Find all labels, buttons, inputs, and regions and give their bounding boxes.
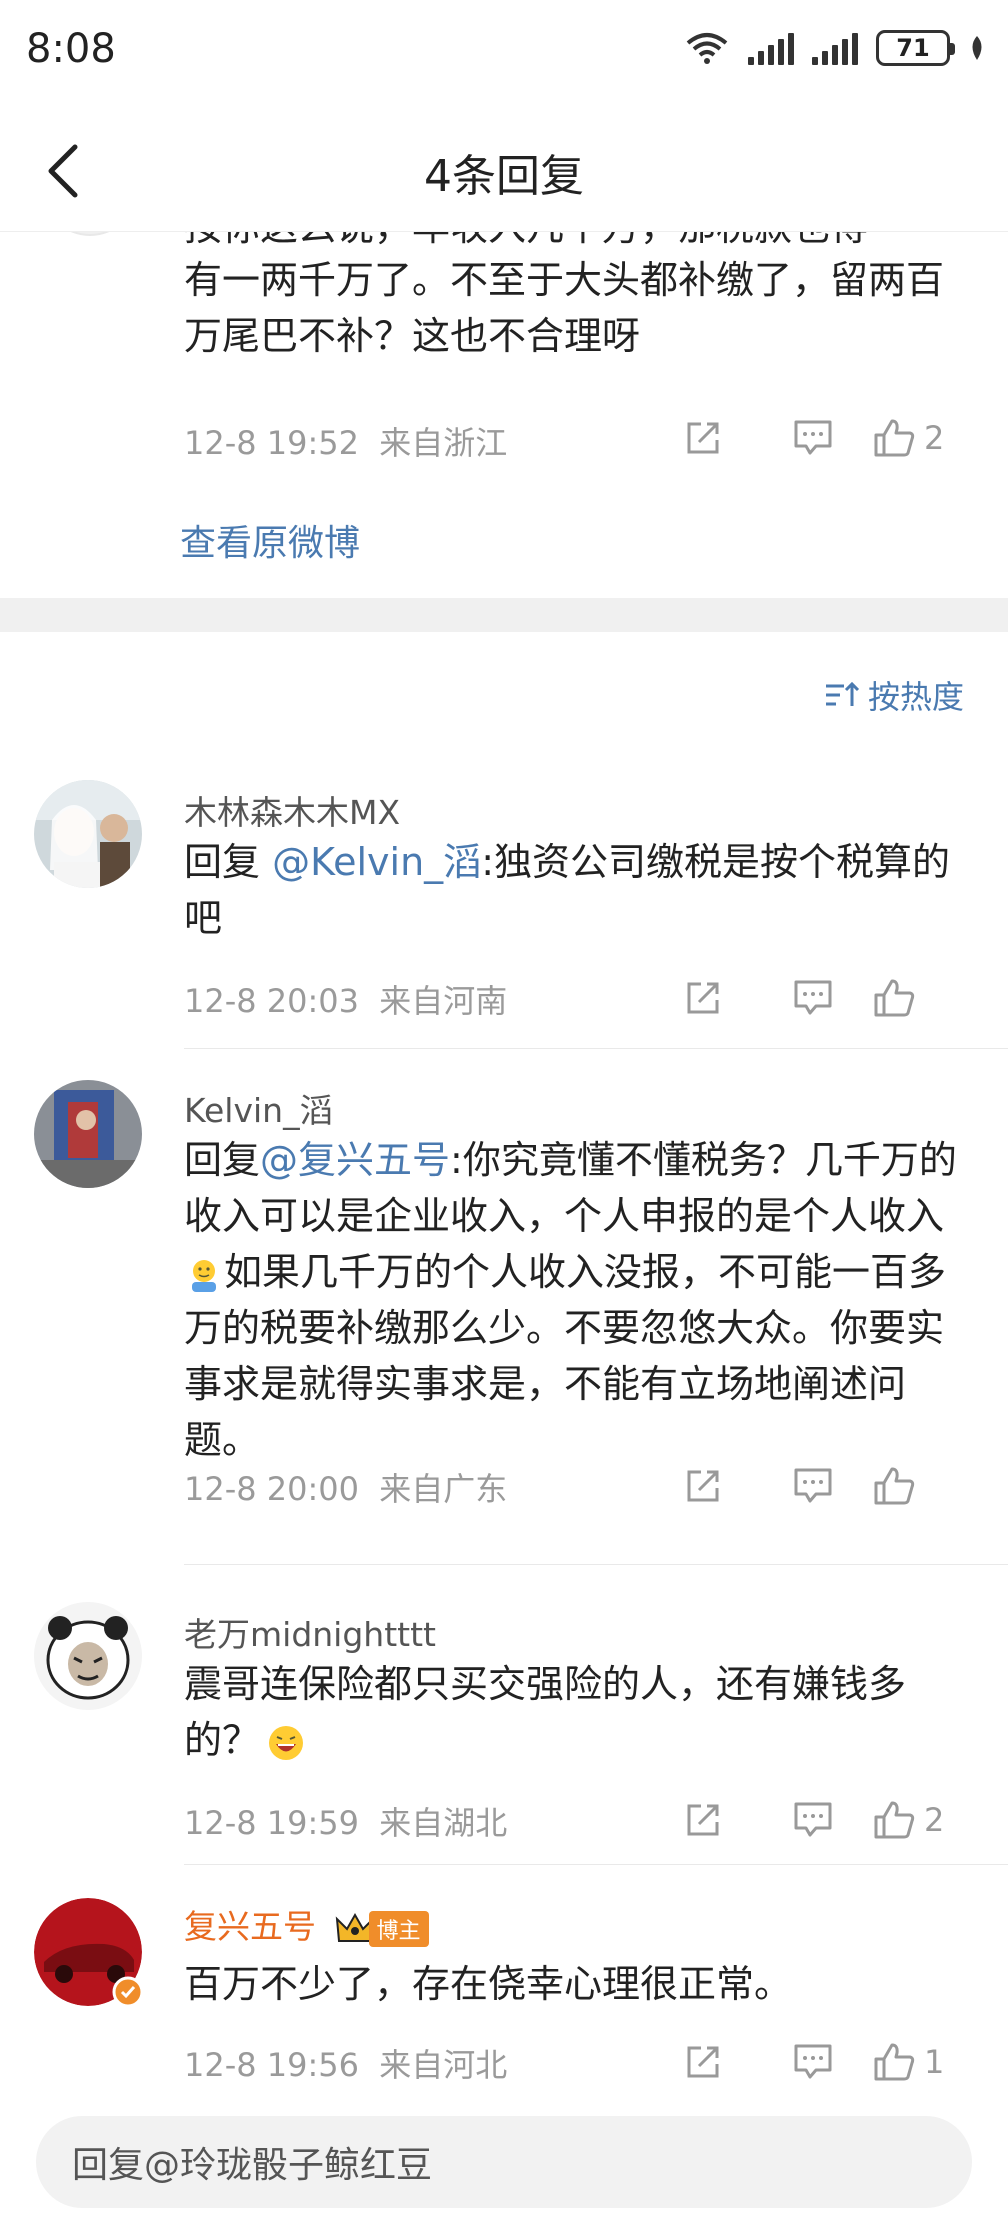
- reply-actions: [648, 968, 978, 1028]
- avatar[interactable]: [34, 1602, 142, 1710]
- page-title: 4条回复: [424, 151, 584, 202]
- location: 来自湖北: [379, 1804, 508, 1842]
- location: 来自广东: [379, 1470, 508, 1508]
- shrug-emoji-icon: [192, 1259, 216, 1292]
- username[interactable]: 木林森木木MX: [184, 786, 400, 834]
- reply-input-placeholder: 回复@玲珑骰子鲸红豆: [72, 2145, 433, 2186]
- username[interactable]: 复兴五号 博主: [184, 1900, 429, 1948]
- divider: [184, 1564, 1008, 1565]
- reply-actions: 1: [648, 2032, 978, 2092]
- sort-label: 按热度: [867, 678, 964, 716]
- reply-meta: 12-8 20:03 来自河南: [184, 976, 507, 1022]
- share-button[interactable]: [648, 408, 758, 468]
- sort-button[interactable]: 按热度: [824, 672, 964, 718]
- section-divider: [0, 598, 1008, 632]
- verified-badge-icon: [112, 1976, 144, 2008]
- like-button[interactable]: 2: [868, 1799, 978, 1841]
- thumbs-up-icon: [874, 419, 915, 457]
- divider: [184, 1864, 1008, 1865]
- reply-text: 回复@复兴五号:你究竟懂不懂税务？几千万的收入可以是企业收入，个人申报的是个人收…: [184, 1138, 957, 1462]
- original-comment: 按你这么说，年收入几千万，那税款也得 有一两千万了。不至于大头都补缴了，留两百万…: [0, 232, 1008, 598]
- timestamp: 12-8 19:56: [184, 2046, 360, 2084]
- wifi-icon: [686, 33, 728, 64]
- mention-link[interactable]: @复兴五号: [260, 1138, 450, 1182]
- view-original-link[interactable]: 查看原微博: [180, 514, 360, 566]
- comment-icon: [794, 420, 832, 455]
- like-count: 2: [924, 419, 945, 457]
- sort-icon: [825, 681, 860, 706]
- share-icon: [687, 982, 719, 1014]
- battery-indicator: 71: [876, 30, 955, 66]
- location: 来自河南: [379, 982, 508, 1020]
- header: 4条回复: [0, 110, 1008, 232]
- timestamp: 12-8 19:52: [184, 424, 360, 462]
- like-button[interactable]: [868, 1465, 978, 1507]
- reply-text: 百万不少了，存在侥幸心理很正常。: [184, 1962, 793, 2006]
- share-icon: [687, 1470, 719, 1502]
- comment-button[interactable]: [758, 1456, 868, 1516]
- timestamp: 12-8 20:03: [184, 982, 360, 1020]
- comment-button[interactable]: [758, 1790, 868, 1850]
- like-button[interactable]: 2: [868, 417, 978, 459]
- reply-input[interactable]: 回复@玲珑骰子鲸红豆: [36, 2116, 972, 2208]
- comment-text: 有一两千万了。不至于大头都补缴了，留两百万尾巴不补？这也不合理呀: [184, 258, 945, 358]
- leaf-icon: [972, 36, 982, 60]
- avatar-image: [34, 1080, 142, 1188]
- signal-icon: [748, 31, 794, 65]
- status-bar: 8:08 71: [0, 0, 1008, 110]
- reply-text: 回复 @Kelvin_滔:独资公司缴税是按个税算的吧: [184, 840, 950, 940]
- timestamp: 12-8 19:59: [184, 1804, 360, 1842]
- like-count: 1: [924, 2043, 945, 2081]
- share-icon: [687, 1804, 719, 1836]
- like-button[interactable]: [868, 977, 978, 1019]
- comment-meta: 12-8 19:52 来自浙江: [184, 418, 507, 464]
- timestamp: 12-8 20:00: [184, 1470, 360, 1508]
- thumbs-up-icon: [874, 1467, 915, 1505]
- avatar[interactable]: [34, 780, 142, 888]
- status-time: 8:08: [26, 26, 116, 72]
- reply-actions: [648, 1456, 978, 1516]
- mention-link[interactable]: @Kelvin_滔: [272, 840, 481, 884]
- share-button[interactable]: [648, 1790, 758, 1850]
- reply-meta: 12-8 19:59 来自湖北: [184, 1798, 507, 1844]
- divider: [184, 1048, 1008, 1049]
- signal-icon-2: [812, 31, 858, 65]
- status-icons: 71: [684, 30, 986, 66]
- thumbs-up-icon: [874, 2043, 915, 2081]
- like-count: 2: [924, 1801, 945, 1839]
- share-button[interactable]: [648, 968, 758, 1028]
- share-button[interactable]: [648, 1456, 758, 1516]
- username[interactable]: 老万midnightttt: [184, 1608, 436, 1656]
- comment-icon: [794, 980, 832, 1015]
- comment-icon: [794, 1802, 832, 1837]
- location: 来自浙江: [379, 424, 508, 462]
- avatar[interactable]: [42, 232, 138, 236]
- comment-text-clipped: 按你这么说，年收入几千万，那税款也得: [184, 232, 868, 251]
- comment-button[interactable]: [758, 2032, 868, 2092]
- laughing-emoji-icon: [269, 1725, 304, 1760]
- reply-meta: 12-8 20:00 来自广东: [184, 1464, 507, 1510]
- location: 来自河北: [379, 2046, 508, 2084]
- comment-button[interactable]: [758, 968, 868, 1028]
- comment-icon: [794, 2044, 832, 2079]
- username[interactable]: Kelvin_滔: [184, 1084, 333, 1132]
- share-button[interactable]: [648, 2032, 758, 2092]
- reply-actions: 2: [648, 1790, 978, 1850]
- thumbs-up-icon: [874, 979, 915, 1017]
- like-button[interactable]: 1: [868, 2041, 978, 2083]
- share-icon: [687, 422, 719, 454]
- avatar[interactable]: [34, 1080, 142, 1188]
- avatar-image: [34, 780, 142, 888]
- comment-icon: [794, 1468, 832, 1503]
- badge-label: 博主: [368, 1910, 429, 1947]
- comment-button[interactable]: [758, 408, 868, 468]
- reply-text: 震哥连保险都只买交强险的人，还有嫌钱多的？: [184, 1662, 907, 1762]
- reply-meta: 12-8 19:56 来自河北: [184, 2040, 507, 2086]
- thumbs-up-icon: [874, 1801, 915, 1839]
- avatar-image: [34, 1602, 142, 1710]
- avatar[interactable]: [34, 1898, 144, 2008]
- share-icon: [687, 2046, 719, 2078]
- comment-actions: 2: [648, 408, 978, 468]
- blogger-badge: 博主: [335, 1910, 429, 1947]
